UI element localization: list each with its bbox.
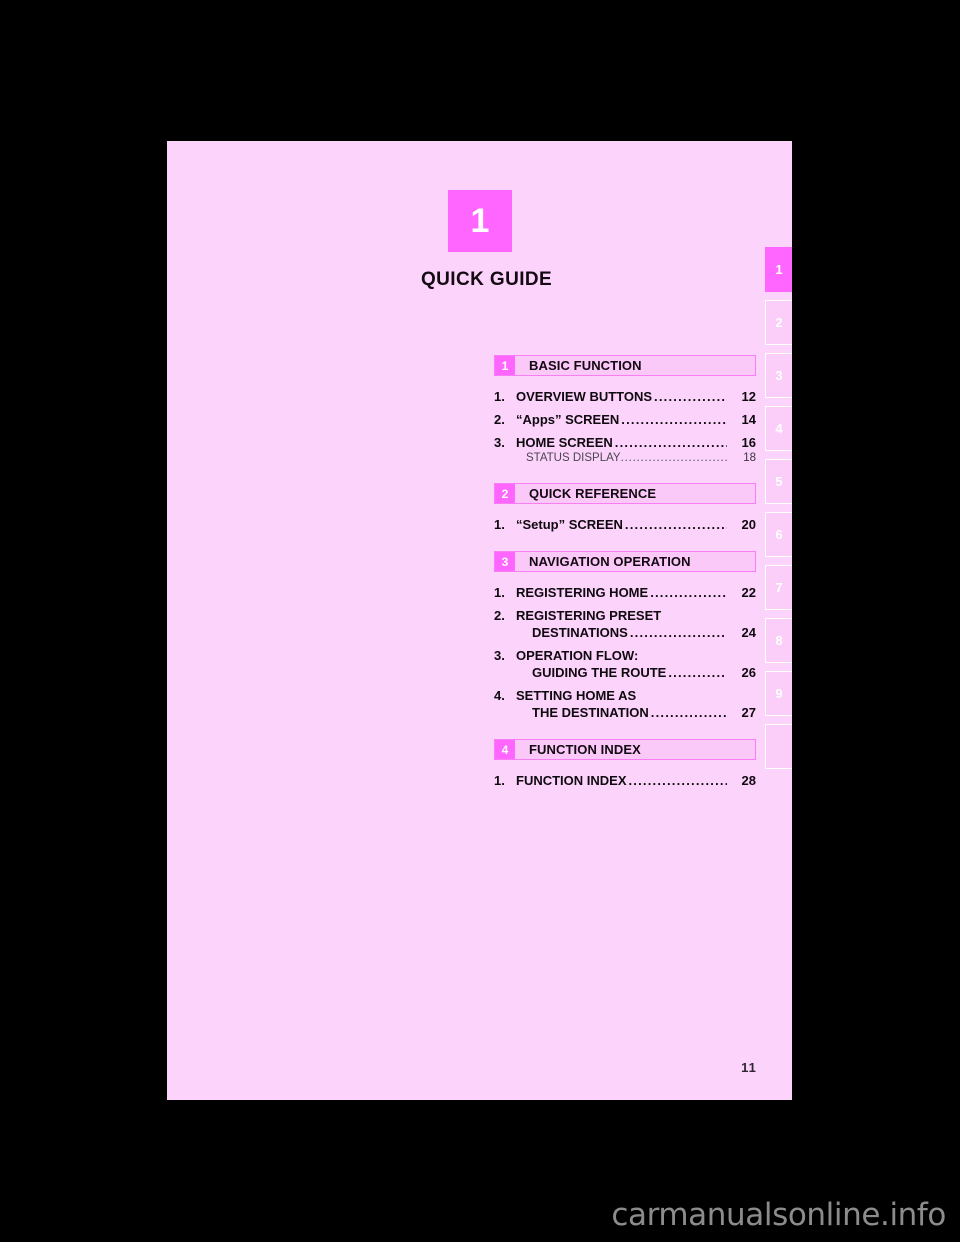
toc-entry-index: 3. — [494, 648, 505, 663]
chapter-tab-5[interactable]: 5 — [765, 459, 792, 504]
chapter-tab-6[interactable]: 6 — [765, 512, 792, 557]
watermark-text: carmanualsonline.info — [611, 1197, 946, 1233]
toc-section: 4 FUNCTION INDEX 1. FUNCTION INDEX.........… — [494, 739, 756, 788]
chapter-tab-label: 1 — [775, 262, 783, 277]
chapter-tab-label: 8 — [775, 633, 783, 648]
toc-entry-page: 14 — [741, 412, 756, 427]
toc-section-header[interactable]: 3 NAVIGATION OPERATION — [494, 551, 756, 572]
chapter-tab-blank[interactable] — [765, 724, 792, 769]
toc-section: 3 NAVIGATION OPERATION 1. REGISTERING HOME.… — [494, 551, 756, 720]
toc-section-title: QUICK REFERENCE — [529, 486, 657, 501]
toc-sub-entry[interactable]: STATUS DISPLAY..........................… — [494, 452, 756, 464]
toc-section-header[interactable]: 2 QUICK REFERENCE — [494, 483, 756, 504]
toc-section-header[interactable]: 4 FUNCTION INDEX — [494, 739, 756, 760]
table-of-contents: 1 BASIC FUNCTION 1. OVERVIEW BUTTONS.......… — [494, 355, 756, 796]
page-title: QUICK GUIDE — [421, 269, 553, 290]
chapter-number-label: 1 — [470, 202, 490, 240]
toc-entry-page: 28 — [741, 773, 756, 788]
toc-section-number: 1 — [495, 356, 515, 375]
toc-entry-title: FUNCTION INDEX — [516, 773, 627, 788]
toc-entry-index: 1. — [494, 773, 505, 788]
toc-entry[interactable]: 1. “Setup” SCREEN........................… — [494, 517, 756, 532]
toc-entry-title: OPERATION FLOW: — [516, 648, 639, 663]
toc-section-number: 3 — [495, 552, 515, 571]
toc-dot-leader: ........................................… — [668, 665, 727, 680]
toc-entry-title: OVERVIEW BUTTONS — [516, 389, 653, 404]
chapter-tab-label: 2 — [775, 315, 783, 330]
toc-section-number: 2 — [495, 484, 515, 503]
toc-entry-index: 1. — [494, 517, 505, 532]
toc-dot-leader: ........................................… — [654, 389, 727, 404]
toc-entry[interactable]: 1. OVERVIEW BUTTONS......................… — [494, 389, 756, 404]
toc-entry-page: 24 — [741, 625, 756, 640]
toc-entry-page: 16 — [741, 435, 756, 450]
toc-dot-leader: ........................................… — [650, 585, 727, 600]
toc-entry-index: 3. — [494, 435, 505, 450]
toc-section-title: NAVIGATION OPERATION — [529, 554, 691, 569]
chapter-tab-label: 9 — [775, 686, 783, 701]
toc-entry-title: REGISTERING HOME — [516, 585, 649, 600]
toc-entry[interactable]: 1. REGISTERING HOME......................… — [494, 585, 756, 600]
chapter-tab-label: 6 — [775, 527, 783, 542]
toc-entry[interactable]: 2. “Apps” SCREEN.........................… — [494, 412, 756, 427]
toc-entry-index: 1. — [494, 585, 505, 600]
chapter-tab-label: 3 — [775, 368, 783, 383]
toc-entry-page: 22 — [741, 585, 756, 600]
toc-entry[interactable]: 3. HOME SCREEN...........................… — [494, 435, 756, 464]
chapter-tab-7[interactable]: 7 — [765, 565, 792, 610]
toc-entry-title: HOME SCREEN — [516, 435, 613, 450]
chapter-tab-3[interactable]: 3 — [765, 353, 792, 398]
toc-dot-leader: ........................................… — [629, 625, 727, 640]
toc-dot-leader: ........................................… — [628, 773, 728, 788]
toc-entry-title: “Setup” SCREEN — [516, 517, 623, 532]
toc-entry[interactable]: 2.REGISTERING PRESET2.DESTINATIONS......… — [494, 608, 756, 640]
chapter-tab-2[interactable]: 2 — [765, 300, 792, 345]
chapter-tab-strip: 1 2 3 4 5 6 7 8 9 — [765, 247, 792, 777]
toc-entry-index: 4. — [494, 688, 505, 703]
toc-sub-dot-leader: ........................................… — [620, 452, 728, 464]
toc-dot-leader: ........................................… — [621, 412, 727, 427]
toc-entry-title: SETTING HOME AS — [516, 688, 637, 703]
toc-entry-page: 26 — [741, 665, 756, 680]
page-number: 11 — [741, 1060, 757, 1075]
toc-entry-index: 2. — [494, 412, 505, 427]
chapter-number-badge: 1 — [448, 190, 512, 252]
toc-dot-leader: ........................................… — [624, 517, 727, 532]
toc-entry-page: 27 — [741, 705, 756, 720]
toc-entry-page: 20 — [741, 517, 756, 532]
chapter-tab-1[interactable]: 1 — [765, 247, 792, 292]
chapter-tab-label: 4 — [775, 421, 783, 436]
toc-dot-leader: ........................................… — [614, 435, 727, 450]
toc-entry[interactable]: 3.OPERATION FLOW:3.GUIDING THE ROUTE....… — [494, 648, 756, 680]
toc-entry-title: “Apps” SCREEN — [516, 412, 620, 427]
chapter-tab-9[interactable]: 9 — [765, 671, 792, 716]
toc-section: 1 BASIC FUNCTION 1. OVERVIEW BUTTONS.......… — [494, 355, 756, 464]
chapter-tab-8[interactable]: 8 — [765, 618, 792, 663]
toc-entry-index: 2. — [494, 608, 505, 623]
toc-section: 2 QUICK REFERENCE 1. “Setup” SCREEN........… — [494, 483, 756, 532]
toc-entry-title: REGISTERING PRESET — [516, 608, 662, 623]
toc-entry[interactable]: 1. FUNCTION INDEX........................… — [494, 773, 756, 788]
toc-section-title: BASIC FUNCTION — [529, 358, 642, 373]
toc-section-number: 4 — [495, 740, 515, 759]
chapter-tab-label: 7 — [775, 580, 783, 595]
toc-entry[interactable]: 4.SETTING HOME AS4.THE DESTINATION......… — [494, 688, 756, 720]
toc-sub-entry-title: STATUS DISPLAY — [526, 452, 621, 464]
toc-dot-leader: ........................................… — [650, 705, 727, 720]
toc-entry-title: DESTINATIONS — [532, 625, 628, 640]
toc-entry-title: GUIDING THE ROUTE — [532, 665, 667, 680]
chapter-tab-4[interactable]: 4 — [765, 406, 792, 451]
toc-entry-page: 12 — [741, 389, 756, 404]
toc-entry-title: THE DESTINATION — [532, 705, 649, 720]
chapter-tab-label: 5 — [775, 474, 783, 489]
manual-page-sheet: 1 QUICK GUIDE 1 BASIC FUNCTION 1. OVERVIEW … — [167, 141, 792, 1100]
toc-section-header[interactable]: 1 BASIC FUNCTION — [494, 355, 756, 376]
toc-sub-entry-page: 18 — [743, 452, 756, 464]
toc-section-title: FUNCTION INDEX — [529, 742, 641, 757]
toc-entry-index: 1. — [494, 389, 505, 404]
